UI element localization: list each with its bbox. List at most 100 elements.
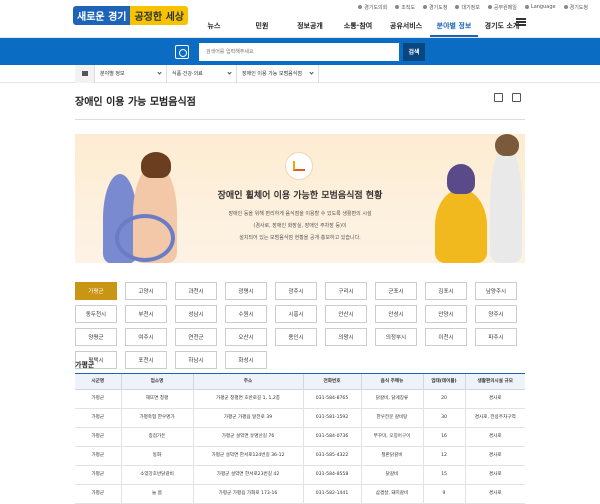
region-tab[interactable]: 하남시 [175,351,217,369]
region-tab[interactable]: 의왕시 [325,328,367,346]
table-cell: 가평군 설악면 한서로124번길 36-12 [193,446,304,466]
region-tab[interactable]: 용인시 [275,328,317,346]
print-icon[interactable] [512,93,521,102]
search-band: 검색 [0,38,600,65]
utility-link[interactable]: 대기정보 [455,4,480,11]
home-icon [81,71,88,76]
accessibility-home-icon [285,152,313,180]
table-row: 가평군 가평축협 한우명가 가평군 가평읍 달전로 39 031-581-159… [75,408,525,428]
region-tab[interactable]: 파주시 [475,328,517,346]
site-logo[interactable]: 새로운 경기 공정한 세상 [73,6,188,25]
region-tab[interactable]: 성남시 [175,305,217,323]
table-row: 가평군 종점가든 가평군 설악면 유명산길 76 031-584-0736 쭈꾸… [75,427,525,447]
region-tab[interactable]: 양주시 [475,305,517,323]
table-cell: 031-584-0736 [303,427,362,447]
home-button[interactable] [75,64,95,83]
utility-link[interactable]: 조직도 [395,4,415,11]
region-tab[interactable]: 부천시 [125,305,167,323]
region-tab[interactable]: 양평군 [75,328,117,346]
language-link[interactable]: Language [524,4,556,10]
region-tab[interactable]: 오산시 [225,328,267,346]
search-button[interactable]: 검색 [403,42,425,61]
region-tab[interactable]: 시흥시 [275,305,317,323]
office-icon [423,5,428,9]
region-tab[interactable]: 남양주시 [475,282,517,300]
region-tab[interactable]: 여주시 [125,328,167,346]
region-tab[interactable]: 안양시 [425,305,467,323]
hamburger-menu-icon[interactable] [516,18,526,26]
column-header: 업태(테이블) [423,374,466,390]
org-chart-icon [395,5,400,9]
region-tab[interactable]: 안산시 [325,305,367,323]
region-tab[interactable]: 포천시 [125,351,167,369]
table-cell: 경사로 [465,446,525,466]
nav-info-open[interactable]: 정보공개 [286,17,334,37]
breadcrumb-item-food-health[interactable]: 식품·건강·의료 [167,64,237,83]
table-cell: 30 [423,408,466,428]
table-cell: 철판닭갈비 [361,446,424,466]
table-cell: 가평군 [75,408,122,428]
table-cell: 가평군 [75,389,122,409]
table-cell: 가평군 [75,484,122,504]
region-tab[interactable]: 이천시 [425,328,467,346]
region-tab[interactable]: 김포시 [425,282,467,300]
region-tab[interactable]: 과천시 [175,282,217,300]
illustration-person [490,144,522,263]
region-tab[interactable]: 고양시 [125,282,167,300]
search-icon [175,44,189,59]
table-cell: 9 [423,484,466,504]
table-cell: 쭈꾸미, 오징어구이 [361,427,424,447]
region-tab[interactable]: 연천군 [175,328,217,346]
nav-news[interactable]: 뉴스 [190,17,238,37]
table-cell: 가평군 가평읍 달전로 39 [193,408,304,428]
nav-participation[interactable]: 소통·참여 [334,17,382,37]
region-tab[interactable]: 동두천시 [75,305,117,323]
main-nav: 뉴스 민원 정보공개 소통·참여 공유서비스 분야별 정보 경기도 소개 [190,17,526,37]
title-bar: 장애인 이용 가능 모범음식점 [0,83,600,123]
logo-part2: 공정한 세상 [130,6,188,25]
table-cell: 031-582-1441 [303,484,362,504]
table-cell: 종점가든 [121,427,194,447]
table-cell: 한우전문 갈비탕 [361,408,424,428]
nav-field-info[interactable]: 분야별 정보 [430,17,478,37]
region-tabs: 가평군 고양시 과천시 광명시 광주시 구리시 군포시 김포시 남양주시 동두천… [75,282,525,369]
region-tab[interactable]: 화성시 [225,351,267,369]
column-header: 시군명 [75,374,122,390]
table-cell: 늘 봄 [121,484,194,504]
table-cell: 가평군 [75,465,122,485]
breadcrumb: 분야별 정보 식품·건강·의료 장애인 이용 가능 모범음식점 [0,64,600,83]
table-cell: 031-584-8558 [303,465,362,485]
region-tab[interactable]: 군포시 [375,282,417,300]
region-tab[interactable]: 구리시 [325,282,367,300]
search-input[interactable] [199,42,399,61]
table-cell: 20 [423,389,466,409]
region-tab[interactable]: 수원시 [225,305,267,323]
share-icon[interactable] [494,93,503,102]
utility-link[interactable]: 공무원메일 [487,4,517,11]
illustration-person [435,189,487,263]
breadcrumb-item-current[interactable]: 장애인 이용 가능 모범음식점 [237,64,319,83]
nav-shared-service[interactable]: 공유서비스 [382,17,430,37]
utility-link[interactable]: 경기도청 [563,4,588,11]
region-tab[interactable]: 의정부시 [375,328,417,346]
table-cell: 해뜨면 청평 [121,389,194,409]
region-tab[interactable]: 안성시 [375,305,417,323]
table-row: 가평군 동화 가평군 설악면 한서로124번길 36-12 031-585-43… [75,446,525,466]
nav-civil[interactable]: 민원 [238,17,286,37]
table-cell: 가평군 설악면 유명산길 76 [193,427,304,447]
utility-link[interactable]: 경기도청 [423,4,447,11]
table-cell: 가평군 가평읍 가화로 173-16 [193,484,304,504]
column-header: 업소명 [121,374,194,390]
utility-link[interactable]: 경기도의회 [358,4,387,11]
table-cell: 031-581-1592 [303,408,362,428]
region-tab[interactable]: 광주시 [275,282,317,300]
table-cell: 경사로 [465,465,525,485]
column-header: 주소 [193,374,304,390]
table-cell: 경사로 [465,484,525,504]
office-icon [563,5,568,9]
region-tab[interactable]: 가평군 [75,282,117,300]
table-cell: 삼겹살, 돼지갈비 [361,484,424,504]
council-icon [358,5,363,9]
breadcrumb-item-field[interactable]: 분야별 정보 [95,64,167,83]
region-tab[interactable]: 광명시 [225,282,267,300]
